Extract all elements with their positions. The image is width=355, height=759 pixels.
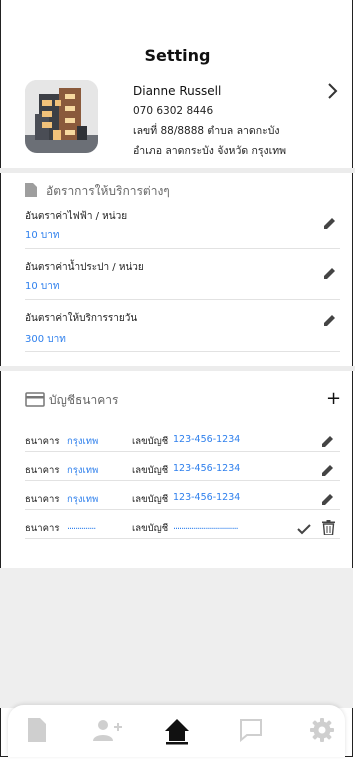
bank-label: ธนาคาร xyxy=(25,523,60,534)
section-divider xyxy=(0,366,355,371)
empty-area xyxy=(0,568,353,708)
profile-phone: 070 6302 8446 xyxy=(133,105,214,117)
account-number-input[interactable]: ................................ xyxy=(173,521,239,532)
bank-row-new: ธนาคาร .............. เลขบัญชี .........… xyxy=(25,518,340,538)
rate-value-daily: 300 บาท xyxy=(25,334,66,345)
row-divider xyxy=(25,480,340,481)
home-icon[interactable] xyxy=(164,717,190,745)
account-label: เลขบัญชี xyxy=(132,465,169,476)
account-number: 123-456-1234 xyxy=(173,434,241,445)
rate-value-water: 10 บาท xyxy=(25,281,60,292)
rate-value-electricity: 10 บาท xyxy=(25,230,60,241)
bank-row: ธนาคาร กรุงเทพ เลขบัญชี 123-456-1234 xyxy=(25,431,340,451)
gear-icon[interactable] xyxy=(309,717,335,743)
trash-icon[interactable] xyxy=(322,520,336,536)
bank-label: ธนาคาร xyxy=(25,436,60,447)
row-divider xyxy=(25,509,340,510)
account-label: เลขบัญชี xyxy=(132,436,169,447)
rate-label-water: อันตราค่าน้ำประปา / หน่วย xyxy=(25,262,144,273)
bank-label: ธนาคาร xyxy=(25,494,60,505)
add-user-icon[interactable] xyxy=(92,717,122,743)
property-photo xyxy=(25,80,98,153)
account-label: เลขบัญชี xyxy=(132,494,169,505)
bank-name: กรุงเทพ xyxy=(67,494,99,505)
rate-label-daily: อันตราค่าให้บริการรายวัน xyxy=(25,313,138,324)
edit-icon[interactable] xyxy=(323,312,337,326)
bank-row: ธนาคาร กรุงเทพ เลขบัญชี 123-456-1234 xyxy=(25,489,340,509)
rates-section-header: อัตราการให้บริการต่างๆ xyxy=(25,182,170,201)
bank-section-header: บัญชีธนาคาร xyxy=(25,391,118,410)
document-icon[interactable] xyxy=(24,717,50,743)
rates-section-title: อัตราการให้บริการต่างๆ xyxy=(46,184,170,198)
bank-section-title: บัญชีธนาคาร xyxy=(49,393,119,407)
edit-icon[interactable] xyxy=(323,215,337,229)
row-divider xyxy=(25,248,340,249)
bank-name: กรุงเทพ xyxy=(67,465,99,476)
profile-address-line2: อำเภอ ลาดกระบัง จังหวัด กรุงเทพ xyxy=(133,145,287,157)
edit-icon[interactable] xyxy=(321,462,335,476)
edit-icon[interactable] xyxy=(321,433,335,447)
profile-info: Dianne Russell 070 6302 8446 เลขที่ 88/8… xyxy=(133,81,286,161)
bank-row: ธนาคาร กรุงเทพ เลขบัญชี 123-456-1234 xyxy=(25,460,340,480)
credit-card-icon xyxy=(25,391,45,410)
chat-icon[interactable] xyxy=(238,717,264,743)
row-divider xyxy=(25,538,340,539)
account-label: เลขบัญชี xyxy=(132,523,169,534)
profile-address-line1: เลขที่ 88/8888 ตำบล ลาดกะบัง xyxy=(133,125,280,137)
account-number: 123-456-1234 xyxy=(173,492,241,503)
add-bank-account-button[interactable]: + xyxy=(326,390,341,408)
chevron-right-icon[interactable] xyxy=(322,81,342,101)
bank-label: ธนาคาร xyxy=(25,465,60,476)
section-divider xyxy=(0,168,355,173)
rate-label-electricity: อันตราค่าไฟฟ้า / หน่วย xyxy=(25,211,128,222)
bank-name: กรุงเทพ xyxy=(67,436,99,447)
profile-name: Dianne Russell xyxy=(133,84,222,98)
document-icon xyxy=(25,183,37,200)
checkmark-icon[interactable] xyxy=(297,521,311,535)
edit-icon[interactable] xyxy=(323,265,337,279)
bank-name-input[interactable]: .............. xyxy=(67,521,96,532)
edit-icon[interactable] xyxy=(321,491,335,505)
page-title: Setting xyxy=(144,46,211,65)
row-divider xyxy=(25,299,340,300)
bottom-nav xyxy=(8,705,345,757)
row-divider xyxy=(25,351,340,352)
row-divider xyxy=(25,451,340,452)
account-number: 123-456-1234 xyxy=(173,463,241,474)
